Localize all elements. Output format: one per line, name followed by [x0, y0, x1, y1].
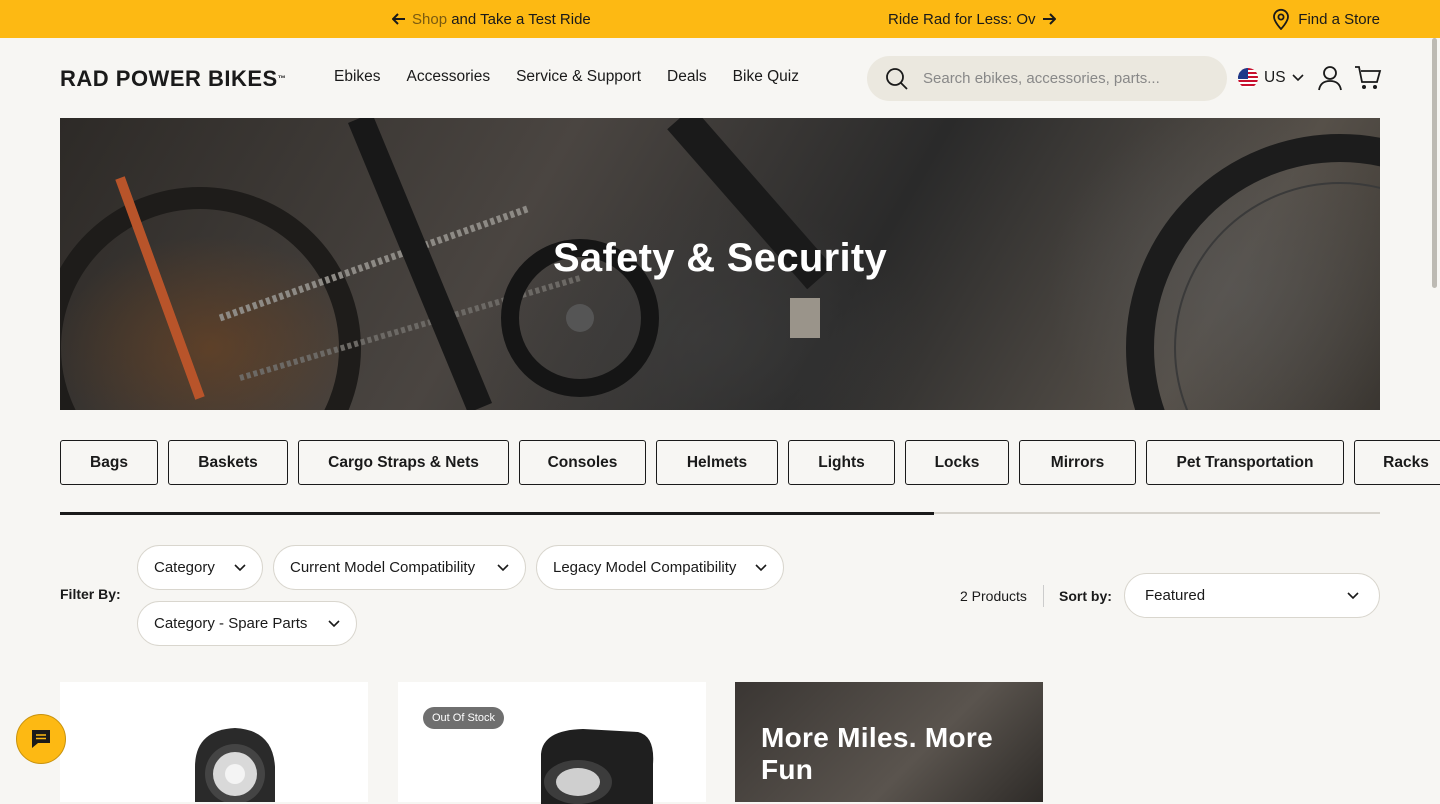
chip-helmets[interactable]: Helmets: [656, 440, 778, 485]
hero-banner: Safety & Security: [60, 118, 1380, 410]
page-scrollbar[interactable]: [1432, 38, 1437, 288]
brand-logo[interactable]: RAD POWER BIKES™: [60, 66, 286, 92]
nav-service-support[interactable]: Service & Support: [516, 68, 641, 86]
filter-legacy-model-label: Legacy Model Compatibility: [553, 559, 737, 576]
chip-lights[interactable]: Lights: [788, 440, 895, 485]
search-icon[interactable]: [885, 67, 909, 91]
promo-bar: Shop and Take a Test Ride Ride Rad for L…: [0, 0, 1440, 38]
chip-bags[interactable]: Bags: [60, 440, 158, 485]
account-icon[interactable]: [1318, 65, 1342, 91]
chevron-down-icon: [1347, 591, 1359, 599]
promo-message-1-faded: Shop: [412, 10, 448, 28]
chip-locks[interactable]: Locks: [905, 440, 1009, 485]
chat-icon: [32, 730, 50, 748]
chip-consoles[interactable]: Consoles: [519, 440, 646, 485]
category-chip-row: Bags Baskets Cargo Straps & Nets Console…: [60, 440, 1440, 485]
nav-bike-quiz[interactable]: Bike Quiz: [733, 68, 799, 86]
chip-cargo-straps-nets[interactable]: Cargo Straps & Nets: [298, 440, 509, 485]
page-title: Safety & Security: [552, 236, 888, 280]
product-card[interactable]: Out Of Stock: [398, 682, 706, 804]
chat-button[interactable]: [16, 714, 66, 764]
arrow-right-icon: [1042, 13, 1056, 25]
product-card[interactable]: [60, 682, 368, 802]
promo-message-2[interactable]: Ride Rad for Less: Ov: [888, 0, 1056, 38]
filter-by-label: Filter By:: [60, 586, 121, 602]
filter-legacy-model[interactable]: Legacy Model Compatibility: [536, 545, 784, 590]
chip-racks[interactable]: Racks: [1354, 440, 1440, 485]
chip-baskets[interactable]: Baskets: [168, 440, 288, 485]
filter-category-spare-parts[interactable]: Category - Spare Parts: [137, 601, 357, 646]
sort-value: Featured: [1145, 587, 1206, 604]
trademark-sign: ™: [277, 74, 287, 83]
chevron-down-icon: [1291, 74, 1304, 82]
search-input[interactable]: [921, 69, 1211, 88]
sort-select[interactable]: Featured: [1124, 573, 1380, 618]
out-of-stock-badge: Out Of Stock: [423, 707, 504, 729]
headlight-product-image: [195, 728, 275, 802]
promo-card-text: More Miles. More Fun: [761, 722, 993, 785]
divider: [1043, 585, 1044, 607]
chip-mirrors[interactable]: Mirrors: [1019, 440, 1136, 485]
chevron-down-icon: [497, 563, 509, 571]
locale-label: US: [1264, 69, 1286, 86]
nav-deals[interactable]: Deals: [667, 68, 707, 86]
nav-accessories[interactable]: Accessories: [407, 68, 491, 86]
promo-message-1[interactable]: Shop and Take a Test Ride: [392, 0, 591, 38]
promo-message-2-text: Ride Rad for Less: Ov: [888, 10, 1036, 28]
chevron-down-icon: [234, 563, 246, 571]
search-bar[interactable]: [867, 56, 1227, 101]
filter-category[interactable]: Category: [137, 545, 263, 590]
promo-message-1-text: and Take a Test Ride: [451, 10, 591, 28]
cart-icon[interactable]: [1354, 65, 1382, 91]
chevron-down-icon: [755, 563, 767, 571]
us-flag-icon: [1238, 68, 1258, 88]
arrow-left-icon: [392, 13, 405, 25]
category-scroll-track[interactable]: [60, 511, 1380, 515]
nav-ebikes[interactable]: Ebikes: [334, 68, 381, 86]
product-count: 2 Products: [960, 588, 1027, 604]
filter-current-model-label: Current Model Compatibility: [290, 559, 476, 576]
filter-category-label: Category: [154, 559, 215, 576]
site-header: RAD POWER BIKES™ Ebikes Accessories Serv…: [0, 38, 1440, 118]
locale-selector[interactable]: US: [1238, 68, 1304, 88]
headlight-product-image: [541, 729, 654, 804]
find-store-link[interactable]: Find a Store: [1272, 0, 1380, 38]
find-store-label: Find a Store: [1298, 10, 1380, 28]
filter-current-model[interactable]: Current Model Compatibility: [273, 545, 526, 590]
main-nav: Ebikes Accessories Service & Support Dea…: [334, 68, 799, 86]
promo-card[interactable]: More Miles. More Fun: [735, 682, 1043, 802]
category-scroll-thumb[interactable]: [60, 511, 934, 515]
chevron-down-icon: [328, 619, 340, 627]
filter-spare-parts-label: Category - Spare Parts: [154, 615, 308, 632]
chip-pet-transportation[interactable]: Pet Transportation: [1146, 440, 1344, 485]
location-pin-icon: [1273, 8, 1290, 30]
sort-label: Sort by:: [1059, 588, 1112, 604]
